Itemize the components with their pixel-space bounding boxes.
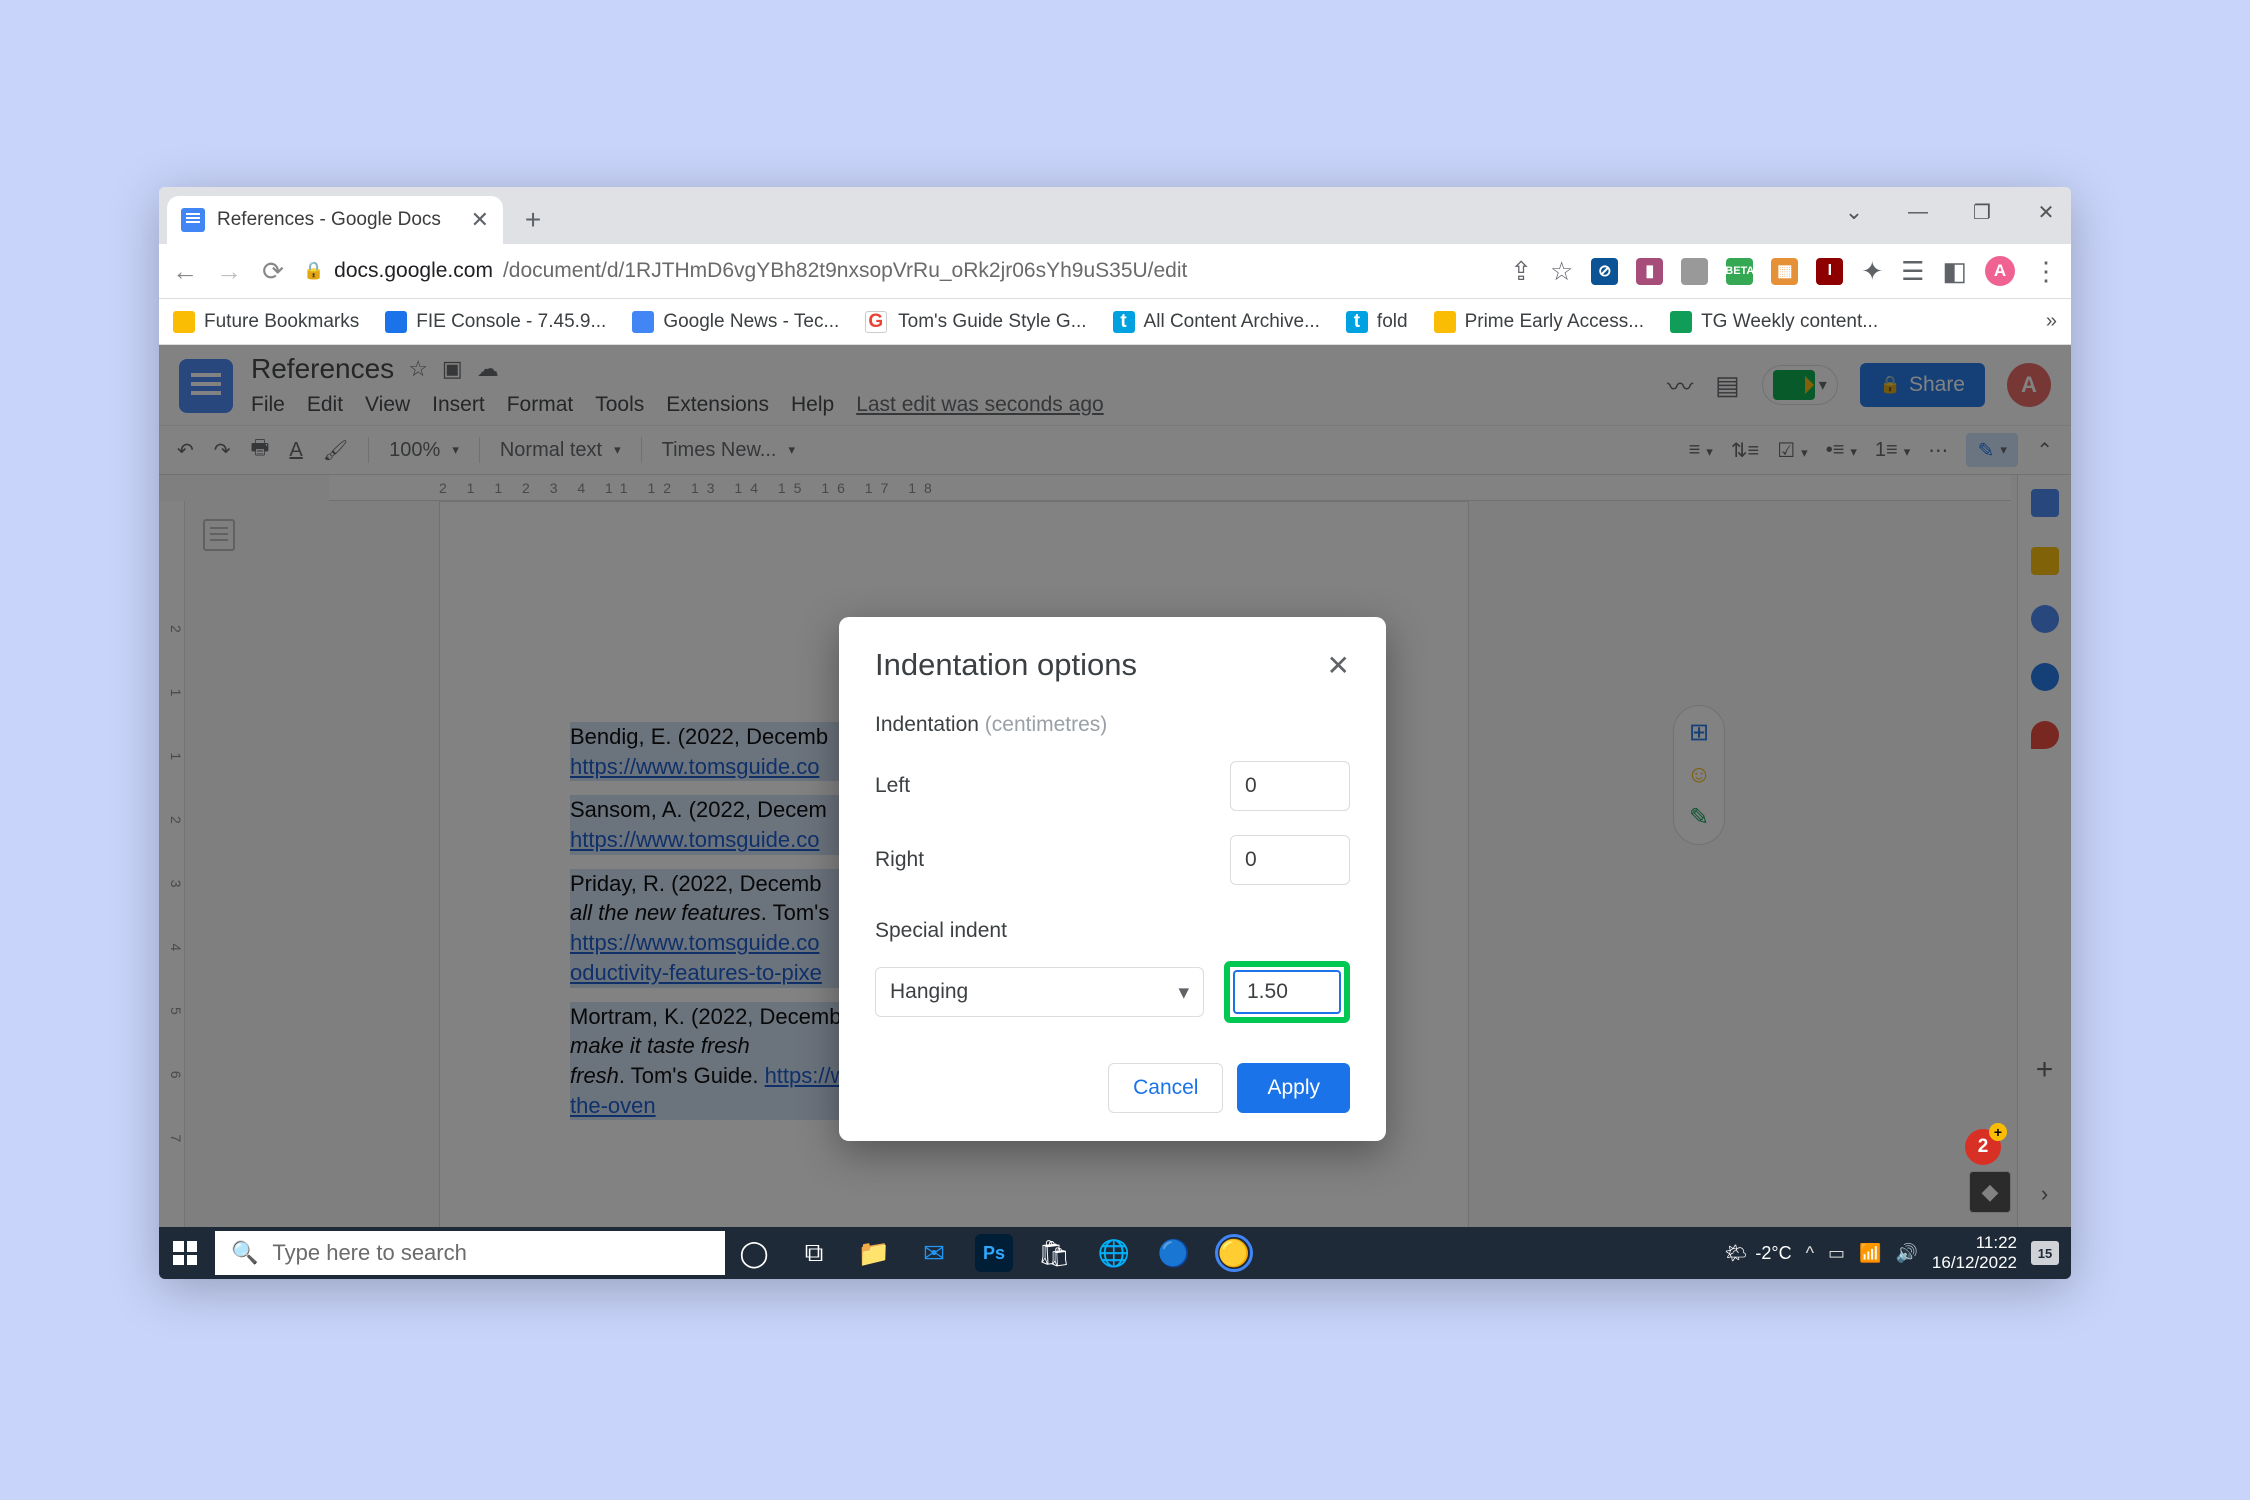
bookmark-item[interactable]: tAll Content Archive... bbox=[1113, 311, 1320, 333]
extension-icon[interactable]: ⊘ bbox=[1591, 258, 1618, 285]
url-display[interactable]: 🔒 docs.google.com/document/d/1RJTHmD6vgY… bbox=[303, 259, 1187, 283]
tab-search-icon[interactable]: ⌄ bbox=[1839, 197, 1869, 227]
tray-overflow-icon[interactable]: ^ bbox=[1806, 1243, 1814, 1264]
bookmark-item[interactable]: FIE Console - 7.45.9... bbox=[385, 311, 606, 333]
browser-tab[interactable]: References - Google Docs ✕ bbox=[167, 196, 503, 244]
minimize-icon[interactable]: — bbox=[1903, 197, 1933, 227]
photoshop-icon[interactable]: Ps bbox=[975, 1234, 1013, 1272]
side-panel-icon[interactable]: ◧ bbox=[1942, 256, 1967, 287]
mail-icon[interactable]: ✉ bbox=[915, 1234, 953, 1272]
extension-icon[interactable]: ▮ bbox=[1636, 258, 1663, 285]
close-window-icon[interactable]: ✕ bbox=[2031, 197, 2061, 227]
special-indent-value-input[interactable] bbox=[1233, 970, 1341, 1014]
docs-favicon-icon bbox=[181, 208, 205, 232]
tab-title: References - Google Docs bbox=[217, 209, 441, 231]
bookmark-icon bbox=[173, 311, 195, 333]
url-path: /document/d/1RJTHmD6vgYBh82t9nxsopVrRu_o… bbox=[503, 259, 1187, 283]
bookmark-item[interactable]: Google News - Tec... bbox=[632, 311, 839, 333]
notification-badge[interactable]: 2 bbox=[1965, 1129, 2001, 1165]
google-docs-app: References ☆ ▣ ☁ File Edit View Insert F… bbox=[159, 345, 2071, 1227]
bookmark-item[interactable]: Future Bookmarks bbox=[173, 311, 359, 333]
bookmark-icon bbox=[632, 311, 654, 333]
bookmark-star-icon[interactable]: ☆ bbox=[1550, 256, 1573, 287]
cortana-icon[interactable]: ◯ bbox=[735, 1234, 773, 1272]
reload-icon[interactable]: ⟳ bbox=[259, 256, 287, 287]
bookmark-icon bbox=[1434, 311, 1456, 333]
reading-list-icon[interactable]: ☰ bbox=[1901, 256, 1924, 287]
special-indent-label: Special indent bbox=[875, 919, 1350, 943]
special-indent-select[interactable]: Hanging bbox=[875, 967, 1204, 1017]
wifi-icon[interactable]: 📶 bbox=[1859, 1243, 1881, 1264]
apply-button[interactable]: Apply bbox=[1237, 1063, 1350, 1113]
weather-icon: 🌤 bbox=[1725, 1243, 1748, 1264]
taskview-icon[interactable]: ⧉ bbox=[795, 1234, 833, 1272]
chrome-icon[interactable]: 🟡 bbox=[1215, 1234, 1253, 1272]
bookmark-item[interactable]: tfold bbox=[1346, 311, 1408, 333]
cancel-button[interactable]: Cancel bbox=[1108, 1063, 1223, 1113]
right-indent-input[interactable] bbox=[1230, 835, 1350, 885]
left-indent-input[interactable] bbox=[1230, 761, 1350, 811]
taskbar-clock[interactable]: 11:22 16/12/2022 bbox=[1932, 1233, 2017, 1272]
file-explorer-icon[interactable]: 📁 bbox=[855, 1234, 893, 1272]
dialog-title: Indentation options bbox=[875, 647, 1137, 683]
bookmark-icon bbox=[1670, 311, 1692, 333]
share-page-icon[interactable]: ⇪ bbox=[1510, 256, 1532, 287]
bookmark-item[interactable]: Prime Early Access... bbox=[1434, 311, 1645, 333]
profile-avatar[interactable]: A bbox=[1985, 256, 2015, 286]
url-host: docs.google.com bbox=[334, 259, 493, 283]
extension-icon[interactable] bbox=[1681, 258, 1708, 285]
edge-icon[interactable]: 🌐 bbox=[1095, 1234, 1133, 1272]
taskbar-search[interactable]: 🔍 Type here to search bbox=[215, 1231, 725, 1275]
address-bar: ← → ⟳ 🔒 docs.google.com/document/d/1RJTH… bbox=[159, 244, 2071, 299]
microsoft-store-icon[interactable]: 🛍 bbox=[1035, 1234, 1073, 1272]
bookmark-item[interactable]: TG Weekly content... bbox=[1670, 311, 1878, 333]
right-indent-label: Right bbox=[875, 848, 924, 872]
new-tab-button[interactable]: + bbox=[513, 200, 553, 240]
system-tray: 🌤-2°C ^ ▭ 📶 🔊 11:22 16/12/2022 15 bbox=[1725, 1233, 2071, 1272]
tab-strip: References - Google Docs ✕ + ⌄ — ❐ ✕ bbox=[159, 187, 2071, 244]
search-placeholder: Type here to search bbox=[272, 1240, 466, 1266]
window-controls: ⌄ — ❐ ✕ bbox=[1839, 197, 2061, 227]
lock-icon: 🔒 bbox=[303, 261, 324, 281]
forward-icon[interactable]: → bbox=[215, 256, 243, 287]
app-icon[interactable]: 🔵 bbox=[1155, 1234, 1193, 1272]
volume-icon[interactable]: 🔊 bbox=[1895, 1243, 1917, 1264]
action-center-icon[interactable]: 15 bbox=[2031, 1241, 2059, 1265]
start-button[interactable] bbox=[159, 1227, 211, 1279]
bookmarks-bar: Future Bookmarks FIE Console - 7.45.9...… bbox=[159, 299, 2071, 345]
maximize-icon[interactable]: ❐ bbox=[1967, 197, 1997, 227]
indentation-options-dialog: Indentation options ✕ Indentation (centi… bbox=[839, 617, 1386, 1141]
taskbar-pinned-apps: ◯ ⧉ 📁 ✉ Ps 🛍 🌐 🔵 🟡 bbox=[735, 1234, 1253, 1272]
extension-icon[interactable]: I bbox=[1816, 258, 1843, 285]
browser-window: References - Google Docs ✕ + ⌄ — ❐ ✕ ← →… bbox=[159, 187, 2071, 1279]
extensions-puzzle-icon[interactable]: ✦ bbox=[1861, 256, 1883, 287]
bookmark-icon: t bbox=[1346, 311, 1368, 333]
windows-taskbar: 🔍 Type here to search ◯ ⧉ 📁 ✉ Ps 🛍 🌐 🔵 🟡… bbox=[159, 1227, 2071, 1279]
annotation-highlight bbox=[1224, 961, 1350, 1023]
extension-icon[interactable]: ▦ bbox=[1771, 258, 1798, 285]
weather-widget[interactable]: 🌤-2°C bbox=[1725, 1243, 1792, 1264]
address-bar-actions: ⇪ ☆ ⊘ ▮ BETA ▦ I ✦ ☰ ◧ A ⋮ bbox=[1510, 256, 2059, 287]
bookmark-icon: t bbox=[1113, 311, 1135, 333]
close-dialog-icon[interactable]: ✕ bbox=[1327, 649, 1350, 682]
bookmark-item[interactable]: GTom's Guide Style G... bbox=[865, 311, 1086, 333]
search-icon: 🔍 bbox=[231, 1240, 258, 1266]
bookmark-icon bbox=[385, 311, 407, 333]
chrome-menu-icon[interactable]: ⋮ bbox=[2033, 256, 2059, 287]
battery-icon[interactable]: ▭ bbox=[1828, 1243, 1845, 1264]
dialog-section-label: Indentation (centimetres) bbox=[875, 713, 1350, 737]
left-indent-label: Left bbox=[875, 774, 910, 798]
close-tab-icon[interactable]: ✕ bbox=[471, 207, 489, 233]
bookmarks-overflow-icon[interactable]: » bbox=[2046, 310, 2057, 333]
extension-beta-icon[interactable]: BETA bbox=[1726, 258, 1753, 285]
back-icon[interactable]: ← bbox=[171, 256, 199, 287]
